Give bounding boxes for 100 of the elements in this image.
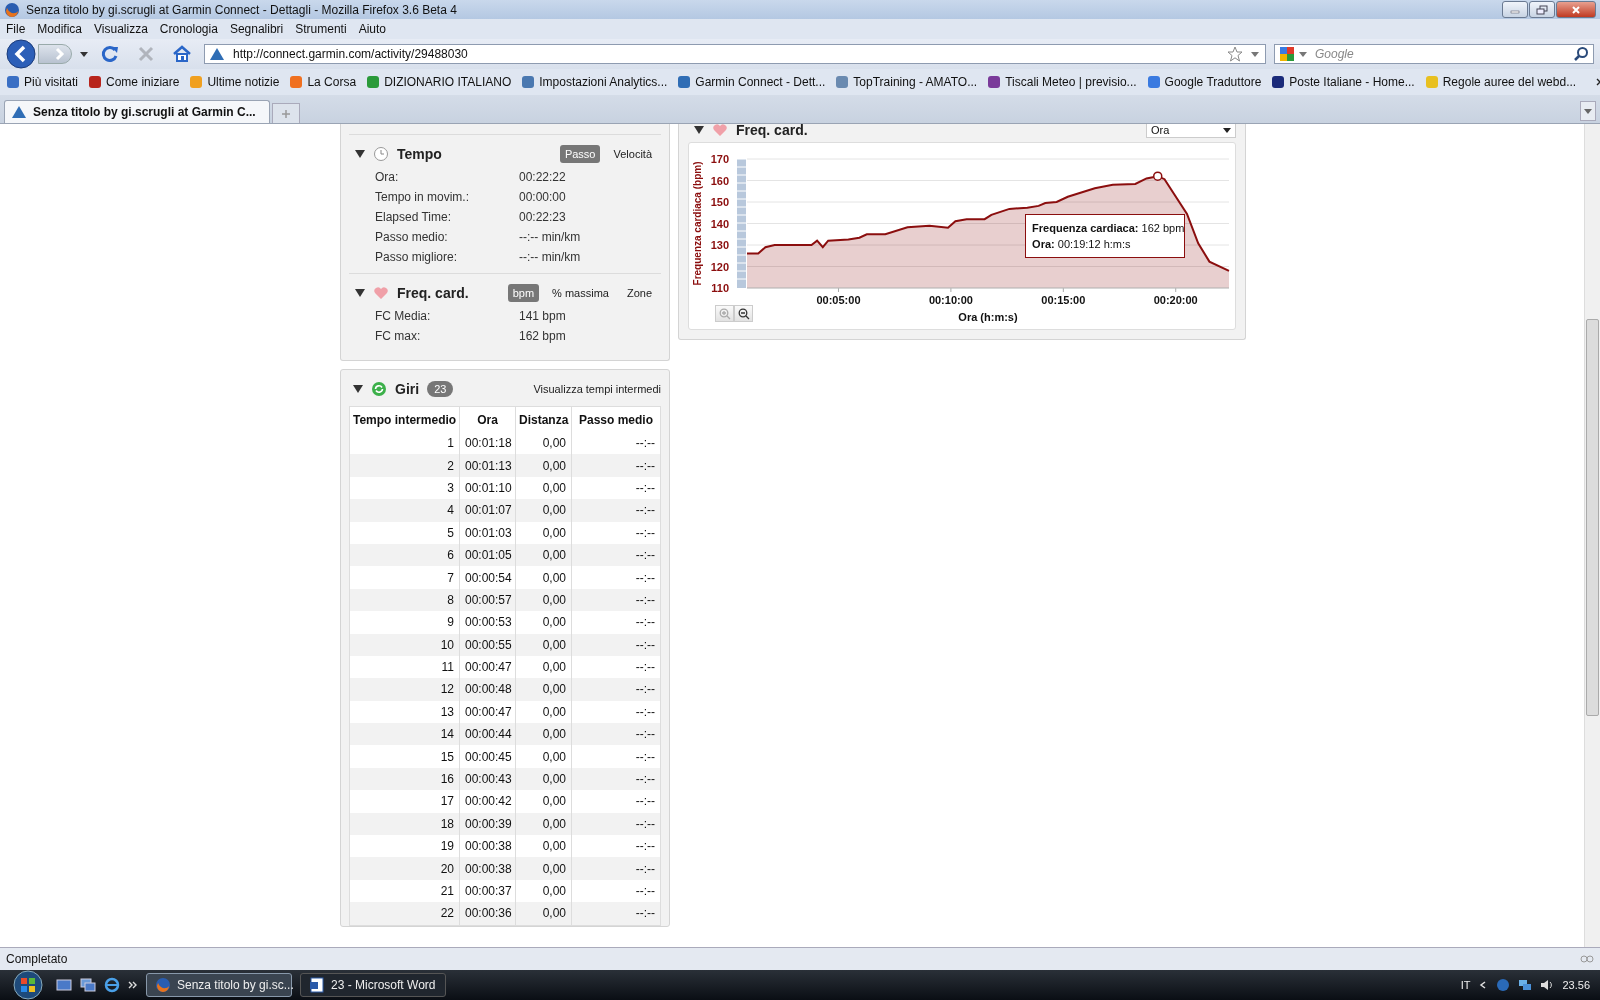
- url-field[interactable]: http://connect.garmin.com/activity/29488030: [204, 44, 1266, 64]
- count-badge: 23: [427, 381, 454, 397]
- table-cell: 22: [349, 902, 460, 926]
- table-cell: 8: [349, 588, 460, 612]
- restore-icon: [1536, 4, 1548, 15]
- splits-link[interactable]: Visualizza tempi intermedi: [533, 383, 661, 395]
- table-cell: 00:00:54: [459, 566, 516, 589]
- stat-label: Ora:: [375, 170, 400, 184]
- bookmark-item[interactable]: Poste Italiane - Home...: [1271, 75, 1415, 89]
- search-field[interactable]: Google: [1311, 47, 1569, 61]
- stat-value: --:-- min/km: [519, 250, 581, 264]
- home-icon[interactable]: [172, 44, 192, 64]
- y-tick-label: 130: [710, 239, 729, 251]
- bookmark-item[interactable]: Come iniziare: [88, 75, 180, 89]
- star-icon[interactable]: [1227, 46, 1243, 62]
- network-icon[interactable]: [1518, 978, 1533, 992]
- column-header[interactable]: Ora: [459, 406, 516, 432]
- tab-list-button[interactable]: [1580, 101, 1596, 121]
- scrollbar[interactable]: [1584, 124, 1600, 947]
- table-cell: 14: [349, 723, 460, 746]
- back-button[interactable]: [6, 39, 36, 69]
- x-axis-dropdown[interactable]: Ora: [1146, 124, 1236, 138]
- table-cell: 19: [349, 835, 460, 858]
- table-cell: 0,00: [515, 543, 572, 567]
- table-cell: 0,00: [515, 902, 572, 926]
- bookmark-item[interactable]: Google Traduttore: [1146, 75, 1262, 89]
- restore-button[interactable]: [1529, 1, 1555, 18]
- refresh-icon: [371, 381, 387, 397]
- minimize-button[interactable]: [1502, 1, 1528, 18]
- window-switch-icon[interactable]: [80, 977, 96, 993]
- bookmark-item[interactable]: Più visitati: [6, 75, 79, 89]
- menu-item[interactable]: Modifica: [37, 22, 83, 36]
- menu-item[interactable]: File: [6, 22, 26, 36]
- chart-tooltip: Frequenza cardiaca: 162 bpm Ora: 00:19:12 h:m:s: [1025, 213, 1186, 258]
- close-icon: [1571, 4, 1581, 15]
- menu-item[interactable]: Cronologia: [159, 22, 218, 36]
- language-indicator[interactable]: IT: [1460, 979, 1471, 991]
- browser-icon[interactable]: [104, 977, 120, 993]
- caret-icon[interactable]: [80, 51, 88, 57]
- bookmark-item[interactable]: Regole auree del webd...: [1424, 75, 1577, 89]
- table-cell: --:--: [571, 633, 661, 656]
- tray-app-icon[interactable]: [1496, 978, 1511, 992]
- menu-item[interactable]: Aiuto: [358, 22, 386, 36]
- table-cell: --:--: [571, 499, 661, 522]
- status-icon: [1580, 952, 1594, 966]
- browser-tab[interactable]: Senza titolo by gi.scrugli at Garmin C...: [4, 100, 270, 123]
- expand-toggle-icon[interactable]: [355, 288, 365, 298]
- column-header[interactable]: Distanza: [515, 406, 572, 432]
- bookmark-item[interactable]: Impostazioni Analytics...: [521, 75, 668, 89]
- table-cell: 4: [349, 499, 460, 522]
- unit-toggle[interactable]: % massima: [547, 284, 614, 302]
- bookmark-item[interactable]: DIZIONARIO ITALIANO: [366, 75, 512, 89]
- column-header[interactable]: Passo medio: [571, 406, 661, 432]
- reload-icon[interactable]: [100, 44, 120, 64]
- bookmark-item[interactable]: La Corsa: [289, 75, 357, 89]
- taskbar-button[interactable]: Senza titolo by gi.sc...: [146, 973, 292, 997]
- caret-icon[interactable]: [1299, 51, 1307, 57]
- table-cell: --:--: [571, 678, 661, 701]
- search-box[interactable]: Google: [1274, 44, 1594, 64]
- menu-item[interactable]: Segnalibri: [229, 22, 284, 36]
- stat-label: Passo medio:: [375, 230, 449, 244]
- stat-label: FC Media:: [375, 309, 432, 323]
- stat-label: Passo migliore:: [375, 250, 459, 264]
- column-header[interactable]: Tempo intermedio: [349, 406, 460, 432]
- stat-value: --:-- min/km: [519, 230, 581, 244]
- table-cell: --:--: [571, 745, 661, 768]
- stat-value: 141 bpm: [519, 309, 566, 323]
- caret-icon[interactable]: [1251, 51, 1259, 57]
- table-cell: --:--: [571, 454, 661, 477]
- stat-value: 00:22:22: [519, 170, 566, 184]
- menu-item[interactable]: Visualizza: [94, 22, 148, 36]
- y-tick-label: 110: [711, 282, 729, 294]
- unit-toggle[interactable]: Zone: [621, 284, 657, 302]
- expand-toggle-icon[interactable]: [355, 149, 365, 159]
- close-button[interactable]: [1556, 1, 1596, 18]
- menu-item[interactable]: Strumenti: [295, 22, 347, 36]
- taskbar-button[interactable]: 23 - Microsoft Word: [300, 973, 446, 997]
- clock[interactable]: 23.56: [1562, 979, 1590, 991]
- unit-toggle[interactable]: Passo: [559, 145, 601, 163]
- table-cell: --:--: [571, 611, 661, 634]
- table-cell: 5: [349, 521, 460, 544]
- zoom-out-button[interactable]: [734, 305, 753, 322]
- search-icon[interactable]: [1573, 46, 1589, 62]
- bookmark-item[interactable]: Ultime notizie: [189, 75, 280, 89]
- google-icon[interactable]: [1279, 46, 1295, 62]
- x-tick-label: 00:05:00: [816, 294, 861, 306]
- table-cell: 0,00: [515, 588, 572, 612]
- table-cell: 9: [349, 611, 460, 634]
- bookmark-item[interactable]: Garmin Connect - Dett...: [677, 75, 826, 89]
- expand-toggle-icon[interactable]: [353, 384, 363, 394]
- heart-icon: [373, 285, 389, 301]
- volume-icon[interactable]: [1540, 978, 1555, 992]
- bookmark-item[interactable]: Tiscali Meteo | previsio...: [987, 75, 1137, 89]
- unit-toggle[interactable]: bpm: [507, 284, 540, 302]
- bookmark-item[interactable]: TopTraining - AMATO...: [835, 75, 978, 89]
- desktop-icon[interactable]: [56, 977, 72, 993]
- plus-icon: [281, 108, 291, 119]
- table-cell: 0,00: [515, 767, 572, 791]
- unit-toggle[interactable]: Velocità: [608, 145, 657, 163]
- y-tick-label: 160: [710, 174, 729, 187]
